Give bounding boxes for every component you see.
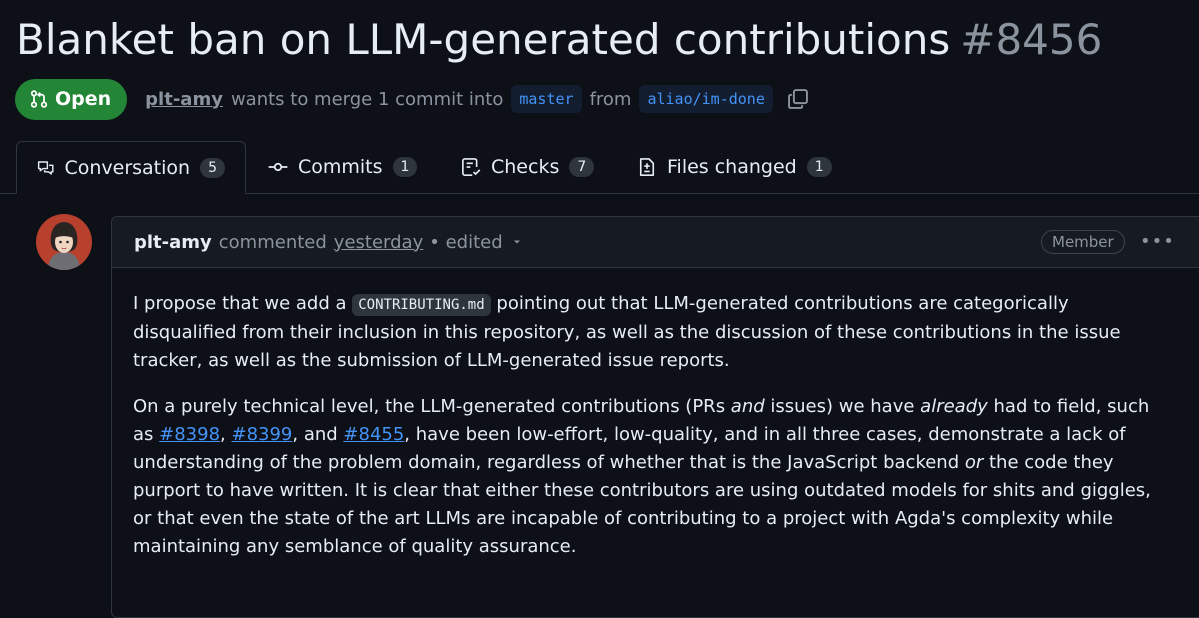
triangle-down-icon[interactable] — [511, 236, 523, 248]
issue-link-8399[interactable]: #8399 — [231, 424, 292, 445]
comment-action: commented — [218, 231, 327, 253]
emphasis: or — [964, 452, 984, 473]
pr-tabs: Conversation 5 Commits 1 Checks 7 Files … — [0, 141, 1199, 194]
tab-counter: 1 — [806, 157, 832, 177]
tab-conversation[interactable]: Conversation 5 — [16, 141, 246, 194]
text-span: , — [220, 424, 232, 445]
comment-discussion-icon — [37, 160, 54, 175]
copy-branch-button[interactable] — [785, 86, 811, 112]
issue-link-8455[interactable]: #8455 — [343, 424, 404, 445]
base-branch[interactable]: master — [511, 85, 582, 113]
edited-dropdown[interactable]: • edited — [429, 232, 502, 253]
comment-box: plt-amy commented yesterday • edited Mem… — [111, 216, 1199, 618]
comment-body: I propose that we add a CONTRIBUTING.md … — [112, 268, 1185, 561]
tab-label: Conversation — [64, 156, 191, 179]
tab-label: Checks — [491, 156, 560, 178]
head-branch[interactable]: aliao/im-done — [639, 85, 773, 113]
from-text: from — [589, 88, 632, 110]
issue-link-8398[interactable]: #8398 — [159, 424, 220, 445]
pr-title: Blanket ban on LLM-generated contributio… — [16, 15, 951, 64]
pr-title-row: Blanket ban on LLM-generated contributio… — [16, 12, 1102, 68]
state-label: Open — [55, 88, 112, 110]
comment-timestamp[interactable]: yesterday — [334, 232, 423, 253]
text-span: I propose that we add a — [133, 293, 353, 314]
avatar[interactable] — [36, 214, 92, 270]
inline-code: CONTRIBUTING.md — [352, 294, 491, 316]
state-badge: Open — [15, 78, 128, 120]
comment-author[interactable]: plt-amy — [134, 232, 212, 253]
tab-counter: 5 — [200, 157, 225, 178]
comment-header: plt-amy commented yesterday • edited Mem… — [112, 217, 1199, 268]
tab-label: Commits — [298, 156, 383, 178]
pr-number: #8456 — [960, 15, 1103, 64]
comment-paragraph: I propose that we add a CONTRIBUTING.md … — [133, 290, 1163, 375]
file-diff-icon — [639, 158, 655, 176]
tab-files-changed[interactable]: Files changed 1 — [637, 141, 832, 193]
tab-commits[interactable]: Commits 1 — [268, 141, 418, 193]
merge-text: wants to merge 1 commit into — [230, 88, 504, 110]
tab-label: Files changed — [667, 156, 797, 178]
pr-author-link[interactable]: plt-amy — [145, 89, 223, 110]
git-pull-request-icon — [30, 90, 48, 108]
copy-icon — [787, 89, 808, 109]
text-span: On a purely technical level, the LLM-gen… — [133, 396, 731, 417]
pr-meta: Open plt-amy wants to merge 1 commit int… — [15, 78, 811, 120]
text-span: , and — [292, 424, 344, 445]
member-badge: Member — [1041, 230, 1125, 254]
comment-paragraph: On a purely technical level, the LLM-gen… — [133, 393, 1163, 561]
text-span: issues) we have — [764, 396, 921, 417]
tab-counter: 1 — [392, 157, 418, 177]
emphasis: already — [920, 396, 988, 417]
git-commit-icon — [268, 162, 288, 172]
tab-counter: 7 — [569, 157, 595, 177]
avatar-image — [36, 214, 92, 270]
checklist-icon — [462, 158, 481, 176]
comment-options-button[interactable]: ••• — [1140, 231, 1175, 252]
tab-checks[interactable]: Checks 7 — [461, 141, 595, 193]
emphasis: and — [730, 396, 765, 417]
